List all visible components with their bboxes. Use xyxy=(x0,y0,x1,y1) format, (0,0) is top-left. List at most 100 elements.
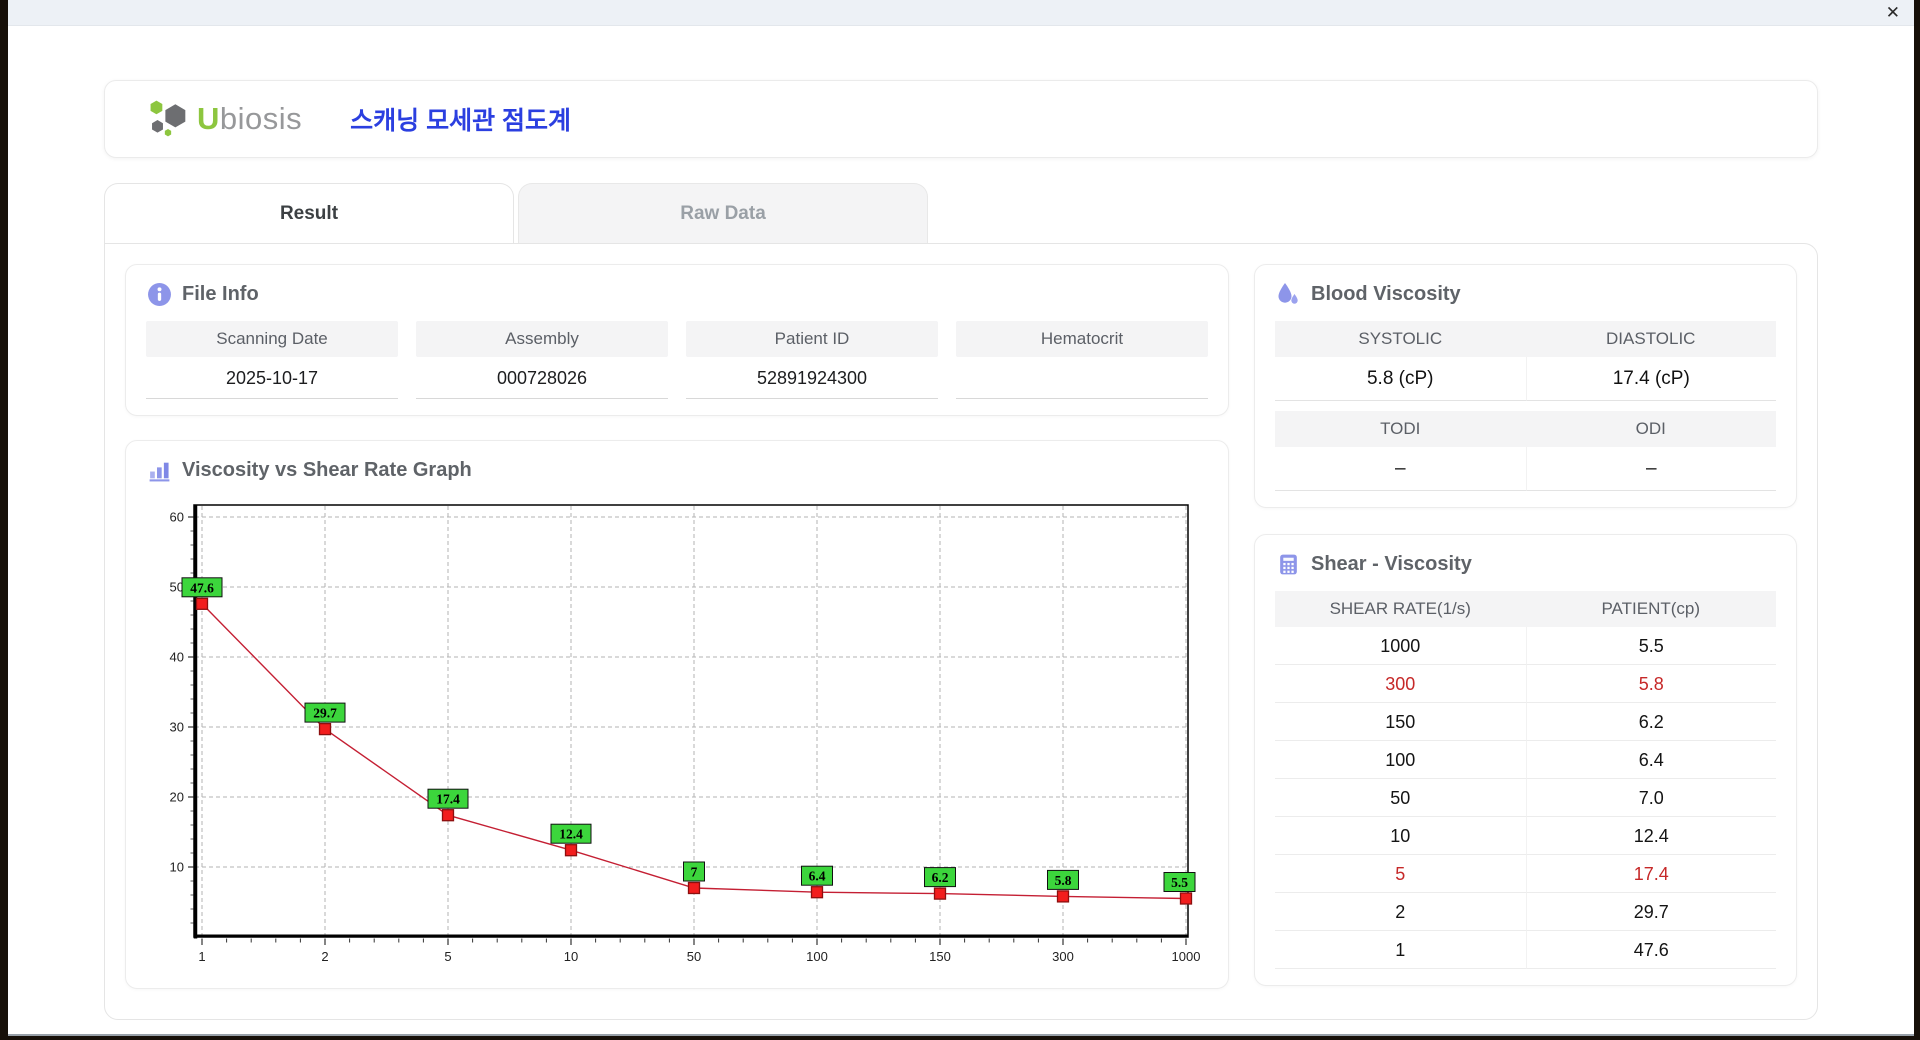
shear-table-row: 10 12.4 xyxy=(1275,817,1776,855)
shear-rate-cell: 1 xyxy=(1275,931,1526,969)
viscosity-chart: 1 2 5 10 50 100 150 300 100010203040506047.629.7… xyxy=(170,504,1200,964)
odi-value: – xyxy=(1525,447,1776,491)
field-value xyxy=(956,357,1208,399)
shear-table-row: 300 5.8 xyxy=(1275,665,1776,703)
shear-table-row: 100 6.4 xyxy=(1275,741,1776,779)
droplets-icon xyxy=(1275,281,1301,307)
svg-text:2: 2 xyxy=(321,949,328,964)
titlebar: ✕ xyxy=(8,0,1914,26)
svg-text:20: 20 xyxy=(170,790,184,805)
diastolic-value: 17.4 (cP) xyxy=(1525,357,1776,401)
patient-cell: 7.0 xyxy=(1525,779,1776,817)
file-info-card: File Info Scanning Date 2025-10-17 Assem… xyxy=(125,264,1229,416)
patient-cell: 5.8 xyxy=(1525,665,1776,703)
shear-table-body: 1000 5.5 300 5.8 150 6.2 100 6.4 50 7.0 10 12.4 5 17.… xyxy=(1275,627,1776,969)
todi-value: – xyxy=(1275,447,1526,491)
svg-text:100: 100 xyxy=(806,949,828,964)
page-title: 스캐닝 모세관 점도계 xyxy=(350,107,572,135)
shear-rate-cell: 2 xyxy=(1275,893,1526,931)
svg-text:47.6: 47.6 xyxy=(190,580,214,595)
graph-title: Viscosity vs Shear Rate Graph xyxy=(182,458,472,481)
field-value: 52891924300 xyxy=(686,357,938,399)
todi-header: TODI xyxy=(1275,411,1526,447)
blood-viscosity-title: Blood Viscosity xyxy=(1311,282,1461,305)
logo: Ubiosis xyxy=(147,98,302,140)
shear-rate-header: SHEAR RATE(1/s) xyxy=(1275,591,1526,627)
logo-text: Ubiosis xyxy=(197,101,302,137)
svg-text:30: 30 xyxy=(170,720,184,735)
svg-text:10: 10 xyxy=(564,949,578,964)
shear-rate-cell: 100 xyxy=(1275,741,1526,779)
file-info-title: File Info xyxy=(182,282,259,305)
field-patient-id: Patient ID 52891924300 xyxy=(686,321,938,399)
shear-rate-cell: 300 xyxy=(1275,665,1526,703)
shear-table-row: 150 6.2 xyxy=(1275,703,1776,741)
shear-table-row: 1 47.6 xyxy=(1275,931,1776,969)
field-value: 2025-10-17 xyxy=(146,357,398,399)
logo-text-rest: biosis xyxy=(219,101,303,136)
tab-result[interactable]: Result xyxy=(104,183,514,243)
content: Ubiosis 스캐닝 모세관 점도계 Result Raw Data File… xyxy=(8,26,1914,1020)
field-label: Hematocrit xyxy=(956,321,1208,357)
bar-chart-icon xyxy=(146,457,172,483)
tab-bar: Result Raw Data xyxy=(104,183,1818,243)
diastolic-header: DIASTOLIC xyxy=(1525,321,1776,357)
svg-text:6.4: 6.4 xyxy=(809,869,826,884)
svg-text:7: 7 xyxy=(691,865,698,880)
blood-viscosity-card: Blood Viscosity SYSTOLIC DIASTOLIC 5.8 (… xyxy=(1254,264,1797,508)
patient-cell: 6.2 xyxy=(1525,703,1776,741)
calculator-icon xyxy=(1275,551,1301,577)
shear-viscosity-title-row: Shear - Viscosity xyxy=(1275,551,1776,577)
svg-text:40: 40 xyxy=(170,650,184,665)
shear-table-row: 1000 5.5 xyxy=(1275,627,1776,665)
svg-text:6.2: 6.2 xyxy=(932,870,949,885)
svg-text:150: 150 xyxy=(929,949,951,964)
svg-text:50: 50 xyxy=(687,949,701,964)
file-info-title-row: File Info xyxy=(146,281,1208,307)
blood-viscosity-table: SYSTOLIC DIASTOLIC 5.8 (cP) 17.4 (cP) TO… xyxy=(1275,321,1776,491)
patient-cell: 47.6 xyxy=(1525,931,1776,969)
patient-cell: 12.4 xyxy=(1525,817,1776,855)
field-label: Assembly xyxy=(416,321,668,357)
field-assembly: Assembly 000728026 xyxy=(416,321,668,399)
shear-rate-cell: 5 xyxy=(1275,855,1526,893)
shear-rate-cell: 10 xyxy=(1275,817,1526,855)
svg-text:29.7: 29.7 xyxy=(313,706,337,721)
shear-table-row: 50 7.0 xyxy=(1275,779,1776,817)
shear-viscosity-card: Shear - Viscosity SHEAR RATE(1/s) PATIEN… xyxy=(1254,534,1797,986)
field-label: Scanning Date xyxy=(146,321,398,357)
shear-rate-cell: 1000 xyxy=(1275,627,1526,665)
info-icon xyxy=(146,281,172,307)
svg-text:60: 60 xyxy=(170,510,184,525)
shear-table-row: 2 29.7 xyxy=(1275,893,1776,931)
field-scanning-date: Scanning Date 2025-10-17 xyxy=(146,321,398,399)
tab-raw-data[interactable]: Raw Data xyxy=(518,183,928,243)
shear-table: SHEAR RATE(1/s) PATIENT(cp) 1000 5.5 300 5.… xyxy=(1275,591,1776,969)
bv-group-systolic-diastolic: SYSTOLIC DIASTOLIC 5.8 (cP) 17.4 (cP) xyxy=(1275,321,1776,401)
graph-title-row: Viscosity vs Shear Rate Graph xyxy=(146,457,1208,483)
logo-text-u: U xyxy=(197,101,220,136)
field-hematocrit: Hematocrit xyxy=(956,321,1208,399)
field-value: 000728026 xyxy=(416,357,668,399)
patient-cell: 5.5 xyxy=(1525,627,1776,665)
chart-wrap: 1 2 5 10 50 100 150 300 1000 10 20 30 40 50 60 47.6 29.7… xyxy=(146,495,1208,972)
systolic-value: 5.8 (cP) xyxy=(1275,357,1526,401)
patient-header: PATIENT(cp) xyxy=(1525,591,1776,627)
svg-text:10: 10 xyxy=(170,860,184,875)
systolic-header: SYSTOLIC xyxy=(1275,321,1526,357)
shear-table-row: 5 17.4 xyxy=(1275,855,1776,893)
close-icon[interactable]: ✕ xyxy=(1886,4,1900,21)
odi-header: ODI xyxy=(1525,411,1776,447)
patient-cell: 17.4 xyxy=(1525,855,1776,893)
svg-text:5.5: 5.5 xyxy=(1171,875,1188,890)
ubiosis-logo-icon xyxy=(150,100,186,137)
svg-text:5: 5 xyxy=(444,949,451,964)
svg-text:12.4: 12.4 xyxy=(559,827,583,842)
right-column: Blood Viscosity SYSTOLIC DIASTOLIC 5.8 (… xyxy=(1254,264,1797,986)
field-label: Patient ID xyxy=(686,321,938,357)
svg-text:300: 300 xyxy=(1052,949,1074,964)
file-info-fields: Scanning Date 2025-10-17 Assembly 000728… xyxy=(146,321,1208,399)
bv-group-todi-odi: TODI ODI – – xyxy=(1275,411,1776,491)
svg-text:5.8: 5.8 xyxy=(1055,873,1072,888)
patient-cell: 29.7 xyxy=(1525,893,1776,931)
